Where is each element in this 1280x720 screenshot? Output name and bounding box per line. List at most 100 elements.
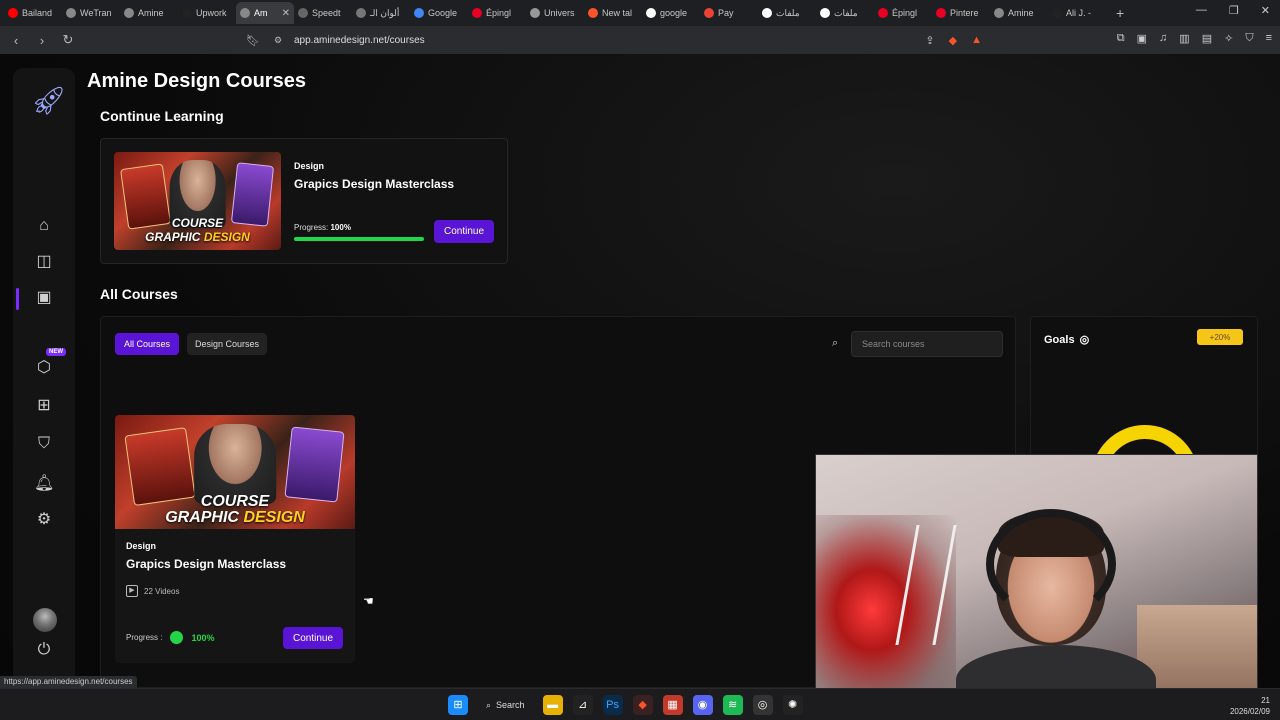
tab-favicon-icon [704, 8, 714, 18]
tab-favicon-icon [646, 8, 656, 18]
course-thumbnail[interactable]: COURSE GRAPHIC DESIGN [114, 152, 281, 250]
analytics-icon[interactable]: ◫ [34, 252, 54, 272]
tradingview-icon[interactable]: ⊿ [572, 695, 593, 715]
browser-tab[interactable]: Ali J. - [1048, 2, 1106, 24]
tab-favicon-icon [124, 8, 134, 18]
forward-icon[interactable]: › [32, 33, 52, 48]
filter-all-courses[interactable]: All Courses [115, 333, 179, 355]
bell-icon[interactable]: 🔔︎ [34, 474, 54, 494]
search-input[interactable] [851, 331, 1003, 357]
tab-favicon-icon [182, 8, 192, 18]
browser-tab[interactable]: google [642, 2, 700, 24]
tab-close-icon[interactable]: ✕ [282, 8, 290, 19]
close-window-icon[interactable]: ✕ [1261, 4, 1270, 17]
course-title[interactable]: Grapics Design Masterclass [294, 177, 454, 191]
tab-favicon-icon [66, 8, 76, 18]
toolbar-icons: ⧉ ▣ ♫ ▥ ▤ ✧ ⛉ ≡ [1117, 32, 1272, 45]
browser-tab[interactable]: ملفات [816, 2, 874, 24]
wallet-icon[interactable]: ▤ [1202, 32, 1212, 45]
browser-tab[interactable]: Épingl [874, 2, 932, 24]
minimize-icon[interactable]: — [1196, 4, 1207, 17]
logout-power-icon[interactable]: ⏻ [34, 640, 54, 660]
media-icon[interactable]: ♫ [1159, 32, 1167, 45]
bookmark-icon[interactable]: 🔖︎ [246, 34, 266, 47]
brave-rewards-icon[interactable]: ▲ [971, 34, 982, 47]
photoshop-icon[interactable]: Ps [602, 695, 623, 715]
rocket-logo-icon[interactable]: 🚀︎ [31, 84, 67, 117]
restore-icon[interactable]: ❐ [1229, 4, 1239, 17]
brave-shield-icon[interactable]: ◆ [949, 34, 957, 47]
thumb-instructor [194, 424, 276, 504]
url-text[interactable]: app.aminedesign.net/courses [294, 35, 425, 46]
extensions-icon[interactable]: ⧉ [1117, 32, 1125, 45]
browser-tab[interactable]: Univers [526, 2, 584, 24]
leo-ai-icon[interactable]: ✧ [1224, 32, 1233, 45]
vpn-icon[interactable]: ⛉ [1245, 32, 1253, 45]
reload-icon[interactable]: ↻ [58, 32, 78, 48]
course-card-thumbnail[interactable]: COURSE GRAPHIC DESIGN [115, 415, 355, 529]
share-icon[interactable]: ⇪ [925, 34, 934, 47]
status-bar-url: https://app.aminedesign.net/courses [0, 676, 137, 688]
site-info-icon[interactable]: ⚙︎ [274, 35, 290, 46]
tab-favicon-icon [356, 8, 366, 18]
back-icon[interactable]: ‹ [6, 33, 26, 48]
discord-icon[interactable]: ◉ [692, 695, 713, 715]
continue-learning-heading: Continue Learning [100, 108, 224, 124]
browser-tab[interactable]: Amine [120, 2, 178, 24]
spotify-icon[interactable]: ≋ [722, 695, 743, 715]
browser-tab[interactable]: Amine [990, 2, 1048, 24]
browser-tab[interactable]: ملفات [758, 2, 816, 24]
tab-label: Univers [544, 8, 575, 18]
course-card[interactable]: COURSE GRAPHIC DESIGN Design Grapics Des… [115, 415, 355, 663]
file-explorer-icon[interactable]: ▬ [542, 695, 563, 715]
home-icon[interactable]: ⌂ [34, 216, 54, 236]
chatgpt-icon[interactable]: ✺ [782, 695, 803, 715]
course-title[interactable]: Grapics Design Masterclass [126, 557, 286, 571]
settings-gear-icon[interactable]: ⚙ [34, 510, 54, 530]
app-icon[interactable]: ▦ [662, 695, 683, 715]
sidebar-toggle-icon[interactable]: ▥ [1179, 32, 1189, 45]
taskbar-search[interactable]: ⌕ Search [478, 695, 533, 715]
search-icon[interactable]: ⌕ [832, 337, 838, 350]
user-avatar[interactable] [33, 608, 57, 632]
bookmark-nav-icon[interactable]: ⛉ [34, 434, 54, 454]
progress-value: 100% [191, 632, 215, 643]
browser-tab[interactable]: WeTran [62, 2, 120, 24]
windows-start-icon[interactable]: ⊞ [448, 695, 468, 715]
video-count-text: 22 Videos [144, 586, 180, 596]
goals-title-text: Goals [1044, 333, 1075, 346]
tab-favicon-icon [994, 8, 1004, 18]
browser-tab[interactable]: Pintere [932, 2, 990, 24]
browser-tab[interactable]: Speedt [294, 2, 352, 24]
browser-tab[interactable]: Am ✕ [236, 2, 294, 24]
screenshot-icon[interactable]: ▣ [1137, 32, 1147, 45]
browser-tab[interactable]: Upwork [178, 2, 236, 24]
thumb-text-course: COURSE [171, 216, 224, 230]
courses-icon[interactable]: ▣ [34, 288, 54, 308]
active-indicator [16, 288, 19, 310]
filter-design-courses[interactable]: Design Courses [187, 333, 267, 355]
browser-tab[interactable]: Bailand [4, 2, 62, 24]
browser-tab[interactable]: Pay [700, 2, 758, 24]
search-icon: ⌕ [486, 699, 492, 710]
browser-tab[interactable]: ألوان الـ [352, 2, 410, 24]
address-bar[interactable]: 🔖︎ ⚙︎ app.aminedesign.net/courses ⇪ ◆ ▲ [246, 29, 996, 51]
tab-label: ملفات [834, 7, 858, 18]
apps-grid-icon[interactable]: ⊞ [34, 396, 54, 416]
sidebar: 🚀︎ ⌂ ◫ ▣ NEW ⬡ ⊞ ⛉ 🔔︎ ⚙ ⏻ [13, 68, 75, 684]
brave-browser-icon[interactable]: ◆ [632, 695, 653, 715]
tab-label: Speedt [312, 8, 341, 18]
menu-icon[interactable]: ≡ [1266, 32, 1272, 45]
browser-tab[interactable]: Google [410, 2, 468, 24]
browser-tab[interactable]: Épingl [468, 2, 526, 24]
video-file-icon: ▶ [126, 585, 138, 597]
taskbar-clock[interactable]: 21 2026/02/09 [1230, 695, 1270, 717]
continue-button[interactable]: Continue [434, 220, 494, 243]
box-icon[interactable]: ⬡ [34, 358, 54, 378]
new-tab-button[interactable]: + [1116, 5, 1124, 21]
thumb-text-graphic-design: GRAPHIC DESIGN [114, 230, 281, 244]
continue-button[interactable]: Continue [283, 627, 343, 649]
browser-tab[interactable]: New tal [584, 2, 642, 24]
tab-favicon-icon [530, 8, 540, 18]
chrome-icon[interactable]: ◎ [752, 695, 773, 715]
